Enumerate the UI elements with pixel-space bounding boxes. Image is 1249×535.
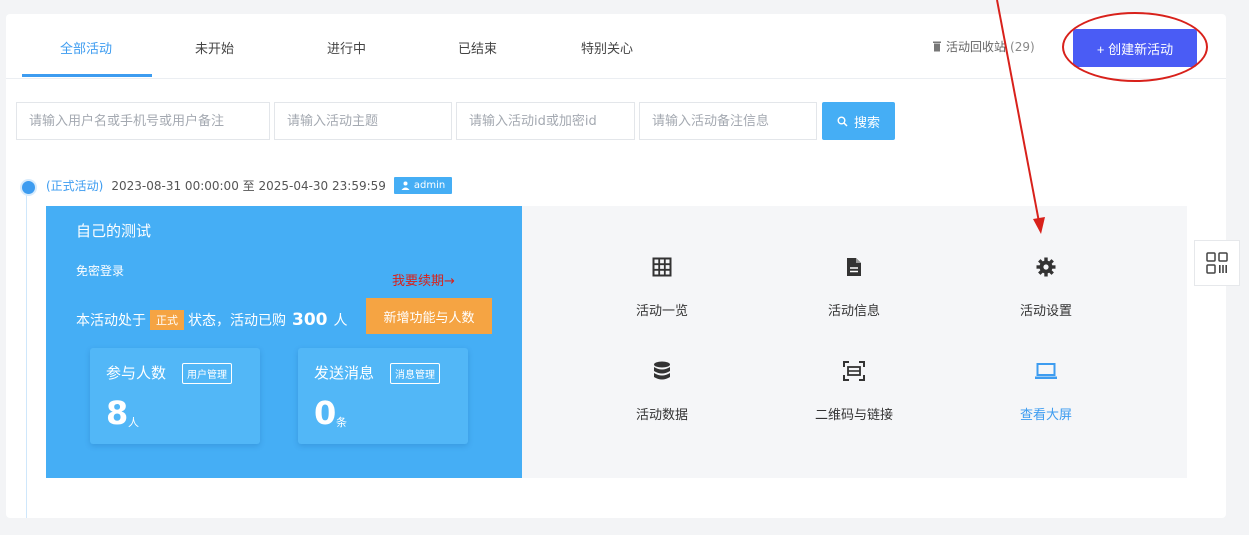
messages-unit: 条 <box>336 416 347 429</box>
activity-summary: 自己的测试 免密登录 我要续期→ 本活动处于 正式 状态，活动已购 300 人 … <box>46 206 522 478</box>
messages-value: 0 <box>314 394 337 432</box>
grid-activity-settings[interactable]: 活动设置 <box>956 256 1136 326</box>
active-tab-indicator <box>22 74 152 77</box>
qrcode-icon <box>1206 252 1228 274</box>
trash-icon <box>933 41 941 52</box>
create-activity-button[interactable]: + 创建新活动 <box>1073 29 1197 67</box>
recycle-bin-label: 活动回收站 <box>946 40 1007 54</box>
messages-stat: 发送消息 消息管理 0 条 <box>298 348 468 444</box>
owner-name: admin <box>413 180 446 191</box>
user-icon <box>401 181 410 190</box>
participants-value: 8 <box>106 394 129 432</box>
status-badge: 正式 <box>150 310 184 330</box>
grid-label: 二维码与链接 <box>814 408 893 423</box>
activity-status: 本活动处于 正式 状态，活动已购 300 人 <box>76 310 348 330</box>
activity-title: 自己的测试 <box>76 222 152 240</box>
search-icon <box>837 116 848 127</box>
tab-not-started[interactable]: 未开始 <box>195 38 234 57</box>
owner-badge: admin <box>393 177 453 194</box>
renew-link[interactable]: 我要续期→ <box>392 270 455 289</box>
topic-search-input[interactable] <box>274 102 452 140</box>
activity-type: (正式活动) <box>46 179 104 193</box>
upgrade-button[interactable]: 新增功能与人数 <box>366 298 492 334</box>
recycle-bin-link[interactable]: 活动回收站 (29) <box>932 38 1035 55</box>
activity-id-input[interactable] <box>456 102 635 140</box>
status-prefix: 本活动处于 <box>76 313 146 329</box>
grid-label: 活动数据 <box>635 408 688 423</box>
login-type: 免密登录 <box>76 264 125 278</box>
grid-label: 活动一览 <box>635 304 688 319</box>
participants-unit: 人 <box>128 416 139 429</box>
note-search-input[interactable] <box>639 102 817 140</box>
grid-label: 查看大屏 <box>1019 408 1072 423</box>
participants-label: 参与人数 <box>106 364 167 382</box>
purchased-count: 300 <box>292 310 328 330</box>
search-button-label: 搜索 <box>853 114 880 130</box>
activity-meta: (正式活动) 2023-08-31 00:00:00 至 2025-04-30 … <box>46 177 453 194</box>
activity-time-range: 2023-08-31 00:00:00 至 2025-04-30 23:59:5… <box>111 179 386 193</box>
activity-card: 自己的测试 免密登录 我要续期→ 本活动处于 正式 状态，活动已购 300 人 … <box>46 206 1187 478</box>
tab-ended[interactable]: 已结束 <box>458 38 497 57</box>
timeline-line <box>26 192 27 518</box>
grid-qrcode-links[interactable]: 二维码与链接 <box>764 360 944 430</box>
message-management-button[interactable]: 消息管理 <box>390 363 440 384</box>
participants-stat: 参与人数 用户管理 8 人 <box>90 348 260 444</box>
laptop-icon <box>1035 363 1057 379</box>
status-middle: 状态，活动已购 <box>188 313 286 329</box>
tab-special-attention[interactable]: 特别关心 <box>581 38 633 57</box>
gear-icon <box>1036 257 1056 277</box>
user-search-input[interactable] <box>16 102 270 140</box>
recycle-bin-count: (29) <box>1010 39 1035 54</box>
side-qrcode-widget[interactable] <box>1194 240 1240 286</box>
tab-bar: 全部活动 未开始 进行中 已结束 特别关心 活动回收站 (29) + 创建新活动 <box>6 12 1226 82</box>
scan-icon <box>843 361 865 381</box>
timeline-dot <box>20 179 37 196</box>
tab-in-progress[interactable]: 进行中 <box>327 38 366 57</box>
user-management-button[interactable]: 用户管理 <box>182 363 232 384</box>
main-panel: 全部活动 未开始 进行中 已结束 特别关心 活动回收站 (29) + 创建新活动… <box>6 12 1226 518</box>
document-icon <box>847 258 861 276</box>
grid-activity-data[interactable]: 活动数据 <box>572 360 752 430</box>
grid-activity-info[interactable]: 活动信息 <box>764 256 944 326</box>
messages-label: 发送消息 <box>314 364 375 382</box>
search-button[interactable]: 搜索 <box>822 102 895 140</box>
grid-view-big-screen[interactable]: 查看大屏 <box>956 360 1136 430</box>
grid-label: 活动设置 <box>1019 304 1072 319</box>
table-icon <box>652 257 672 277</box>
grid-activity-overview[interactable]: 活动一览 <box>572 256 752 326</box>
purchased-unit: 人 <box>333 313 348 329</box>
grid-label: 活动信息 <box>827 304 880 319</box>
database-icon <box>654 361 670 380</box>
tab-all-activities[interactable]: 全部活动 <box>60 38 112 57</box>
